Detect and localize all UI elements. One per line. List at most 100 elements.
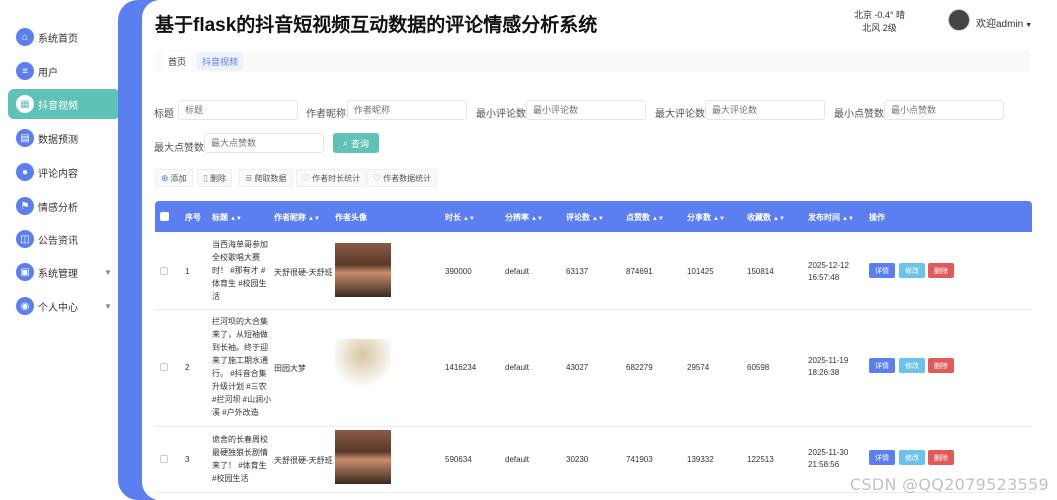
cell-author: 田园大梦 [274, 364, 306, 373]
database-icon: ≣ [245, 172, 253, 183]
sidebar-item-label: 系统管理 [38, 268, 78, 280]
header-shares[interactable]: 分享数 ▲▼ [687, 212, 725, 223]
watermark: CSDN @QQ2079523559 [849, 475, 1049, 494]
news-icon: ◫ [16, 230, 34, 248]
sidebar-item-label: 用户 [38, 67, 58, 79]
lock-icon: ▣ [16, 263, 34, 281]
select-all-checkbox[interactable] [160, 212, 169, 221]
cell-likes: 682279 [626, 363, 653, 372]
sidebar-item-label: 数据预测 [38, 134, 78, 146]
max-likes-input[interactable] [204, 133, 324, 153]
delete-row-button[interactable]: 删除 [928, 450, 954, 465]
trash-icon: ▯ [203, 172, 208, 183]
header-duration[interactable]: 时长 ▲▼ [445, 212, 475, 223]
cell-shares: 29574 [687, 363, 710, 372]
header-actions: 操作 [869, 213, 885, 222]
chevron-down-icon: ▼ [1025, 22, 1033, 29]
min-comments-input[interactable] [526, 100, 646, 120]
sidebar-item-home[interactable]: ⌂ 系统首页 [8, 22, 120, 52]
row-checkbox[interactable] [160, 267, 168, 275]
delete-button[interactable]: ▯ 删除 [197, 169, 232, 187]
grid-icon: ▦ [16, 95, 34, 113]
duration-stats-label: 作者时长统计 [312, 173, 361, 183]
cell-published: 2025-11-19 18:26:38 [808, 356, 849, 377]
doc-icon: ▤ [16, 129, 34, 147]
header-index: 序号 [185, 213, 201, 222]
weather-line-1: 北京 -0.4° 晴 [853, 10, 906, 20]
breadcrumb-current[interactable]: 抖音视频 [197, 51, 244, 71]
sidebar-item-label: 个人中心 [38, 302, 78, 314]
flag-icon: ⚑ [16, 197, 34, 215]
search-icon: ⌕ [342, 137, 349, 148]
cell-resolution: default [505, 363, 530, 372]
list-icon: ≡ [16, 62, 34, 80]
header-author[interactable]: 作者昵称 ▲▼ [274, 212, 320, 223]
avatar[interactable] [948, 9, 970, 31]
edit-button[interactable]: 修改 [899, 358, 925, 373]
cell-title: 当西海单哥参加全校歌唱大赛时！ #那有才 #体育生 #校园生活 [212, 240, 268, 301]
sidebar-item-douyin-videos[interactable]: ▦ 抖音视频 [8, 89, 120, 119]
header-likes[interactable]: 点赞数 ▲▼ [626, 212, 664, 223]
sidebar-item-label: 情感分析 [38, 202, 78, 214]
cell-published: 2025-12-12 16:57:48 [808, 261, 849, 282]
cell-resolution: default [505, 267, 530, 276]
add-button[interactable]: ⊕ 添加 [155, 169, 193, 187]
cell-title: 拦河坝的大合集来了，从短袖做到长袖。终于迎来了施工期水通行。 #抖音合集升级计划… [212, 317, 272, 417]
cell-author: 天舒很硬-天舒班 [274, 268, 333, 277]
cell-collects: 60598 [747, 363, 770, 372]
cell-duration: 1416234 [445, 363, 477, 372]
sidebar-item-label: 公告资讯 [38, 235, 78, 247]
min-likes-input[interactable] [884, 100, 1004, 120]
cell-index: 1 [185, 267, 190, 276]
delete-row-button[interactable]: 删除 [928, 263, 954, 278]
add-label: 添加 [170, 173, 187, 183]
cell-comments: 43027 [566, 363, 589, 372]
sidebar-item-sentiment[interactable]: ⚑ 情感分析 [8, 191, 120, 221]
detail-button[interactable]: 详情 [869, 358, 895, 373]
row-checkbox[interactable] [160, 363, 168, 371]
header-comments[interactable]: 评论数 ▲▼ [566, 212, 604, 223]
header-resolution[interactable]: 分辨率 ▲▼ [505, 212, 543, 223]
cell-collects: 122513 [747, 455, 774, 464]
sidebar-item-news[interactable]: ◫ 公告资讯 [8, 224, 120, 254]
sidebar-item-label: 评论内容 [38, 168, 78, 180]
sidebar-item-users[interactable]: ≡ 用户 [8, 56, 120, 86]
max-comments-label: 最大评论数 [655, 109, 705, 120]
author-stats-button[interactable]: ♡ 作者数据统计 [367, 169, 438, 187]
cell-index: 2 [185, 363, 190, 372]
delete-row-button[interactable]: 删除 [928, 358, 954, 373]
cell-duration: 390000 [445, 267, 472, 276]
table-row [155, 493, 1032, 500]
cell-author: 天舒很硬-天舒班 [274, 456, 333, 465]
author-avatar-image [335, 430, 391, 484]
search-button-label: 查询 [351, 138, 370, 149]
detail-button[interactable]: 详情 [869, 450, 895, 465]
edit-button[interactable]: 修改 [899, 263, 925, 278]
home-icon: ⌂ [16, 28, 34, 46]
user-icon: ● [16, 163, 34, 181]
header-collects[interactable]: 收藏数 ▲▼ [747, 212, 785, 223]
author-filter-input[interactable] [347, 100, 467, 120]
max-comments-input[interactable] [705, 100, 825, 120]
header-avatar: 作者头像 [335, 213, 367, 222]
detail-button[interactable]: 详情 [869, 263, 895, 278]
crawl-button[interactable]: ≣ 爬取数据 [239, 169, 293, 187]
header-published[interactable]: 发布时间 ▲▼ [808, 212, 854, 223]
breadcrumb-home[interactable]: 首页 [163, 51, 192, 71]
author-stats-label: 作者数据统计 [383, 173, 432, 183]
weather-widget: 北京 -0.4° 晴 北风 2级 [842, 9, 917, 35]
row-checkbox[interactable] [160, 455, 168, 463]
user-menu[interactable]: 欢迎admin ▼ [976, 15, 1032, 30]
title-filter-input[interactable] [178, 100, 298, 120]
edit-button[interactable]: 修改 [899, 450, 925, 465]
heart-icon: ♡ [302, 172, 311, 183]
sidebar-item-comments[interactable]: ● 评论内容 [8, 157, 120, 187]
sidebar-item-profile[interactable]: ◉ 个人中心 ▼ [8, 291, 120, 321]
search-button[interactable]: ⌕ 查询 [333, 133, 379, 153]
table-row: 1 当西海单哥参加全校歌唱大赛时！ #那有才 #体育生 #校园生活 天舒很硬-天… [155, 232, 1032, 310]
duration-stats-button[interactable]: ♡ 作者时长统计 [296, 169, 367, 187]
main-panel: 基于flask的抖音短视频互动数据的评论情感分析系统 北京 -0.4° 晴 北风… [142, 0, 1057, 500]
sidebar-item-prediction[interactable]: ▤ 数据预测 [8, 123, 120, 153]
sidebar-item-system[interactable]: ▣ 系统管理 ▼ [8, 257, 120, 287]
header-title[interactable]: 标题 ▲▼ [212, 212, 242, 223]
